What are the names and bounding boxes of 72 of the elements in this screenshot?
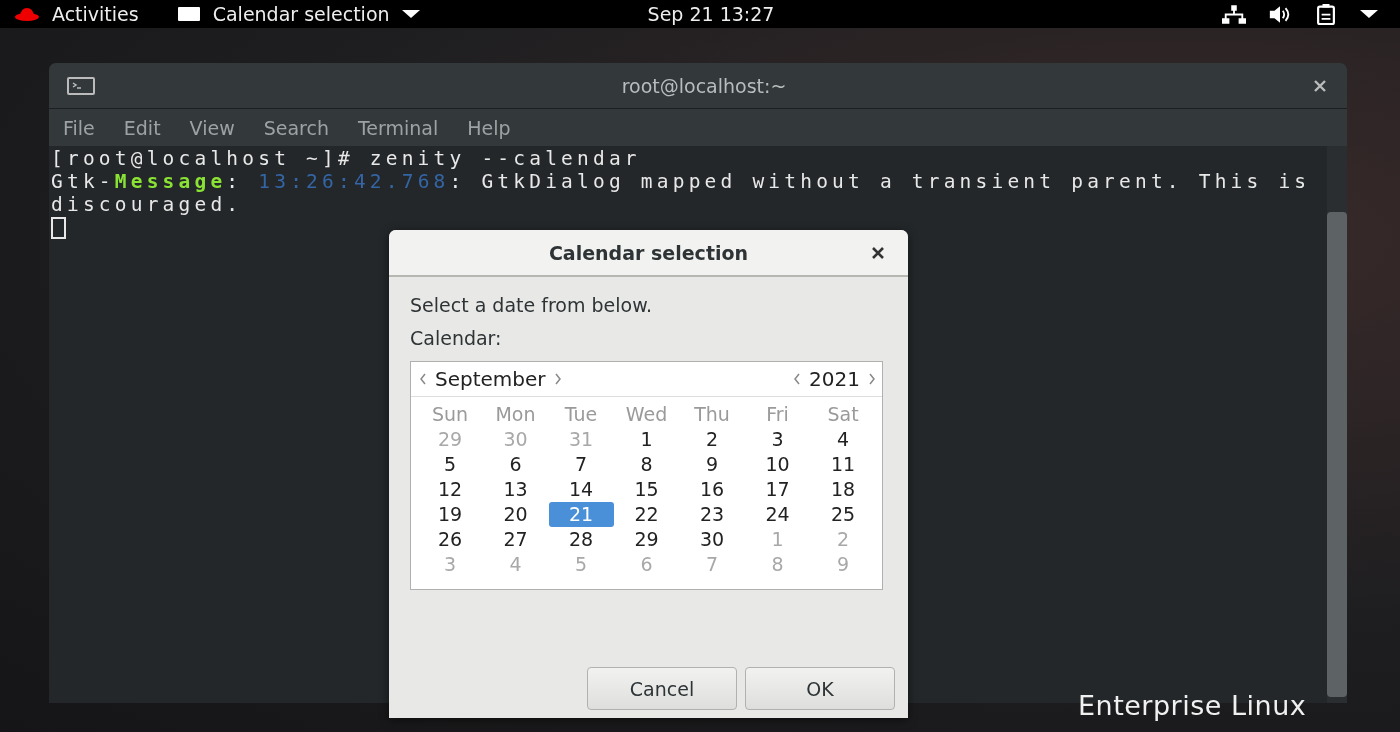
calendar-day[interactable]: 19 bbox=[417, 502, 483, 527]
clock[interactable]: Sep 21 13:27 bbox=[647, 3, 775, 25]
dialog-title: Calendar selection bbox=[548, 241, 749, 264]
app-menu[interactable]: Calendar selection bbox=[212, 3, 390, 25]
previous-year-icon[interactable] bbox=[793, 373, 802, 385]
calendar-day[interactable]: 12 bbox=[417, 477, 483, 502]
weekday-label: Fri bbox=[766, 402, 789, 427]
calendar-day[interactable]: 2 bbox=[679, 427, 745, 452]
desktop-logo-text: Enterprise Linux bbox=[1078, 690, 1307, 721]
terminal-line: discouraged. bbox=[51, 193, 243, 216]
calendar-day[interactable]: 6 bbox=[483, 452, 548, 477]
caret-icon[interactable] bbox=[401, 9, 420, 19]
menu-item[interactable]: Search bbox=[263, 116, 329, 139]
weekday-label: Sat bbox=[827, 402, 859, 427]
terminal-line: [root@localhost ~]# zenity --calendar bbox=[51, 147, 641, 170]
calendar-day[interactable]: 23 bbox=[679, 502, 745, 527]
year-label: 2021 bbox=[809, 367, 860, 391]
calendar-day[interactable]: 8 bbox=[614, 452, 679, 477]
next-month-icon[interactable] bbox=[553, 373, 562, 385]
menu-item[interactable]: View bbox=[189, 116, 235, 139]
previous-month-icon[interactable] bbox=[419, 373, 427, 385]
calendar-day[interactable]: 10 bbox=[745, 452, 810, 477]
calendar-day[interactable]: 1 bbox=[614, 427, 679, 452]
calendar-day[interactable]: 16 bbox=[679, 477, 745, 502]
menu-item[interactable]: Edit bbox=[123, 116, 161, 139]
network-icon[interactable] bbox=[1222, 3, 1246, 25]
calendar-day[interactable]: 29 bbox=[614, 527, 679, 552]
calendar-day[interactable]: 25 bbox=[810, 502, 876, 527]
calendar-day[interactable]: 5 bbox=[417, 452, 483, 477]
window-title: root@localhost:~ bbox=[621, 74, 787, 97]
menu-item[interactable]: File bbox=[63, 116, 95, 139]
scrollbar-thumb[interactable] bbox=[1327, 212, 1347, 697]
caret-icon[interactable] bbox=[1360, 9, 1378, 19]
menu-item[interactable]: Help bbox=[467, 116, 511, 139]
next-year-icon[interactable] bbox=[868, 373, 876, 385]
calendar-day[interactable]: 13 bbox=[483, 477, 548, 502]
window-icon bbox=[176, 6, 201, 22]
calendar-day[interactable]: 4 bbox=[810, 427, 876, 452]
calendar-day[interactable]: 20 bbox=[483, 502, 548, 527]
prompt-text: Select a date from below. bbox=[410, 293, 652, 317]
calendar-day[interactable]: 27 bbox=[483, 527, 548, 552]
text-cursor bbox=[51, 217, 66, 239]
close-icon[interactable] bbox=[871, 245, 885, 260]
battery-icon[interactable] bbox=[1314, 3, 1338, 25]
calendar-day[interactable]: 26 bbox=[417, 527, 483, 552]
calendar-day[interactable]: 22 bbox=[614, 502, 679, 527]
calendar-day[interactable]: 9 bbox=[679, 452, 745, 477]
calendar-day[interactable]: 30 bbox=[679, 527, 745, 552]
close-icon[interactable] bbox=[1313, 78, 1327, 93]
weekday-label: Wed bbox=[625, 402, 668, 427]
terminal-line: Gtk-Message: 13:26:42.768: GtkDialog mapped without a transient parent. This is bbox=[51, 170, 1311, 193]
activities-button[interactable]: Activities bbox=[52, 3, 139, 25]
dialog-button[interactable]: Cancel bbox=[587, 667, 737, 710]
calendar-day[interactable]: 17 bbox=[745, 477, 810, 502]
calendar-day[interactable]: 11 bbox=[810, 452, 876, 477]
weekday-label: Tue bbox=[564, 402, 598, 427]
calendar-day[interactable]: 7 bbox=[548, 452, 614, 477]
weekday-label: Sun bbox=[431, 402, 469, 427]
dialog-button[interactable]: OK bbox=[745, 667, 895, 710]
menu-item[interactable]: Terminal bbox=[357, 116, 439, 139]
calendar-day[interactable]: 24 bbox=[745, 502, 810, 527]
weekday-label: Mon bbox=[495, 402, 536, 427]
calendar-day[interactable]: 3 bbox=[745, 427, 810, 452]
hat-logo-icon bbox=[14, 6, 40, 22]
calendar-day[interactable]: 28 bbox=[548, 527, 614, 552]
calendar-day[interactable]: 14 bbox=[548, 477, 614, 502]
calendar-label: Calendar: bbox=[410, 326, 502, 350]
weekday-label: Thu bbox=[694, 402, 730, 427]
month-label: September bbox=[435, 367, 546, 391]
terminal-icon bbox=[67, 76, 95, 95]
calendar-day[interactable]: 15 bbox=[614, 477, 679, 502]
calendar-day[interactable]: 18 bbox=[810, 477, 876, 502]
